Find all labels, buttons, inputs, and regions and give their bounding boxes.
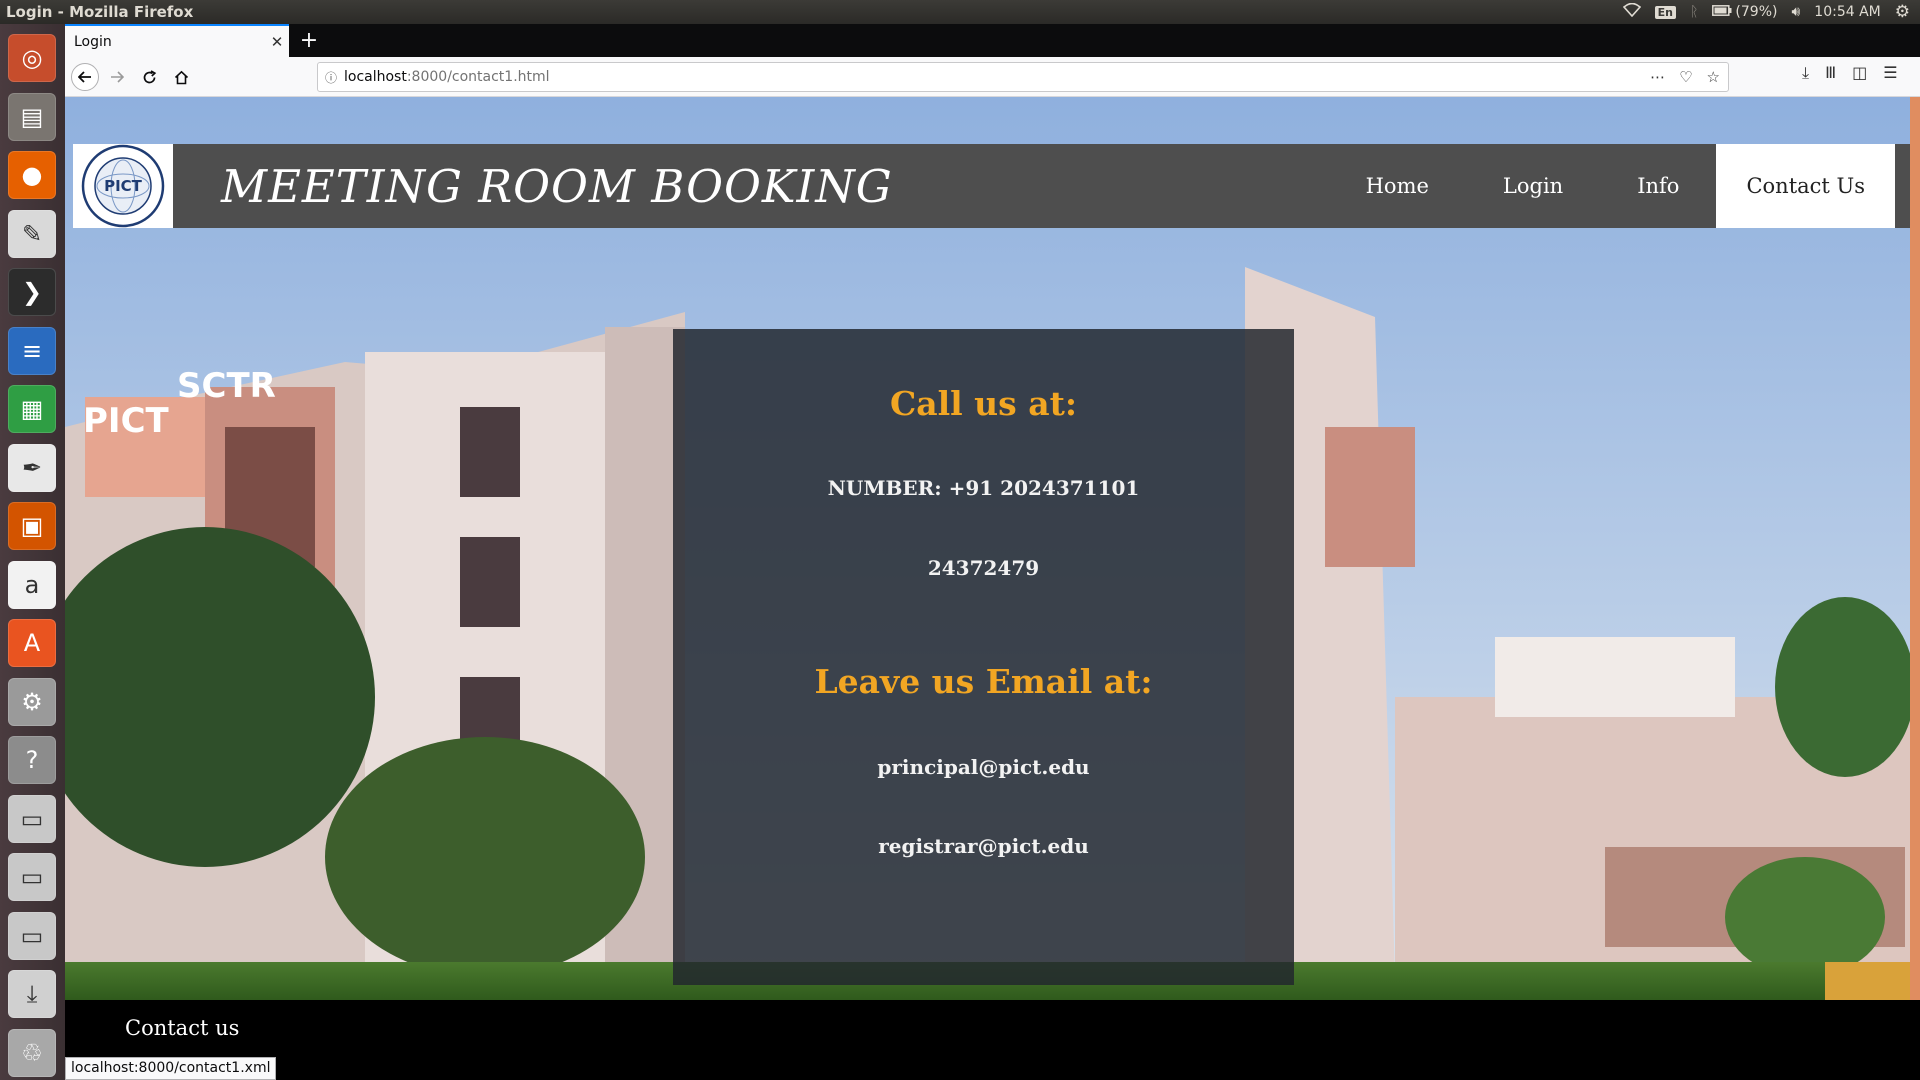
text-editor-icon[interactable]: ✎ bbox=[8, 209, 56, 258]
battery-percent: (79%) bbox=[1735, 4, 1778, 20]
toolbar-right: ⤓ Ⅲ ◫ ☰ bbox=[1802, 63, 1898, 83]
sign-sctr: SCTR bbox=[177, 366, 276, 406]
pocket-icon[interactable]: ♡ bbox=[1679, 68, 1692, 86]
phone-number: NUMBER: +91 2024371101 bbox=[827, 476, 1140, 500]
email-heading: Leave us Email at: bbox=[814, 662, 1153, 701]
reload-button[interactable] bbox=[135, 63, 163, 91]
tab-login[interactable]: Login ✕ bbox=[65, 24, 289, 57]
amazon-icon[interactable]: a bbox=[8, 560, 56, 609]
back-arrow-icon bbox=[78, 71, 91, 83]
browser-navigation-bar: ⓘ localhost:8000/contact1.html ⋯ ♡ ☆ ⤓ Ⅲ… bbox=[65, 57, 1920, 97]
call-heading: Call us at: bbox=[889, 384, 1078, 423]
site-title: MEETING ROOM BOOKING bbox=[221, 159, 893, 213]
new-tab-button[interactable]: + bbox=[295, 27, 323, 55]
url-actions: ⋯ ♡ ☆ bbox=[1650, 68, 1728, 86]
home-icon bbox=[174, 70, 188, 84]
nav-login[interactable]: Login bbox=[1466, 144, 1600, 228]
installer-icon[interactable]: ⤓ bbox=[8, 970, 56, 1018]
sidebar-icon[interactable]: ◫ bbox=[1852, 63, 1867, 83]
keyboard-layout-indicator[interactable]: En bbox=[1654, 5, 1677, 19]
terminal-icon[interactable]: ❯ bbox=[8, 268, 56, 316]
help-icon[interactable]: ? bbox=[8, 736, 56, 784]
home-button[interactable] bbox=[167, 63, 195, 91]
volume-icon[interactable]: 🔊︎ bbox=[1791, 4, 1800, 20]
close-tab-icon[interactable]: ✕ bbox=[265, 33, 289, 51]
url-host: localhost bbox=[344, 69, 407, 85]
clock[interactable]: 10:54 AM bbox=[1814, 4, 1880, 20]
sign-pict: PICT bbox=[83, 401, 170, 441]
page-actions-icon[interactable]: ⋯ bbox=[1650, 68, 1665, 86]
reload-icon bbox=[143, 69, 156, 83]
pict-logo[interactable]: PICT bbox=[73, 144, 173, 228]
nav-contact-us[interactable]: Contact Us bbox=[1716, 144, 1895, 228]
wifi-icon[interactable] bbox=[1622, 2, 1641, 21]
page-right-strip bbox=[1910, 97, 1920, 1080]
bluetooth-icon[interactable]: ᚱ bbox=[1690, 4, 1698, 20]
forward-button[interactable] bbox=[103, 63, 131, 91]
library-icon[interactable]: Ⅲ bbox=[1825, 63, 1836, 83]
impress-icon[interactable]: ▣ bbox=[8, 502, 56, 550]
firefox-icon[interactable]: ● bbox=[8, 151, 56, 199]
ubuntu-dash-icon[interactable]: ◎ bbox=[8, 34, 56, 82]
software-center-icon[interactable]: A bbox=[8, 619, 56, 667]
back-button[interactable] bbox=[71, 63, 99, 91]
nav-info[interactable]: Info bbox=[1600, 144, 1716, 228]
calc-icon[interactable]: ▦ bbox=[8, 385, 56, 433]
drive-icon[interactable]: ▭ bbox=[8, 794, 56, 843]
link-status-tooltip: localhost:8000/contact1.xml bbox=[65, 1057, 277, 1080]
site-nav: Home Login Info Contact Us bbox=[1329, 144, 1895, 228]
browser-tab-bar: Login ✕ + bbox=[65, 24, 1920, 57]
panel-indicators: En ᚱ (79%) 🔊︎ 10:54 AM ⚙ bbox=[1622, 2, 1920, 22]
phone-number-secondary: 24372479 bbox=[927, 556, 1040, 580]
document-viewer-icon[interactable]: ✒ bbox=[8, 443, 56, 492]
settings-gear-icon[interactable]: ⚙ bbox=[1895, 2, 1910, 22]
page-viewport: PICT SCTR PICT MEETING ROOM BOOKING Home… bbox=[65, 97, 1920, 1080]
writer-icon[interactable]: ≡ bbox=[8, 326, 56, 375]
unity-launcher: ◎ ▤ ● ✎ ❯ ≡ ▦ ✒ ▣ a A ⚙? ▭ ▭ ▭ ⤓ ♲ bbox=[0, 24, 66, 1080]
url-path: :8000/contact1.html bbox=[406, 69, 550, 85]
trash-icon[interactable]: ♲ bbox=[8, 1028, 56, 1077]
contact-panel: Call us at: NUMBER: +91 2024371101 24372… bbox=[673, 329, 1294, 985]
bookmark-star-icon[interactable]: ☆ bbox=[1707, 68, 1720, 86]
site-footer: Contact us bbox=[65, 1000, 1920, 1080]
downloads-icon[interactable]: ⤓ bbox=[1802, 63, 1809, 83]
drive-icon[interactable]: ▭ bbox=[8, 911, 56, 960]
nav-home[interactable]: Home bbox=[1329, 144, 1466, 228]
tab-title: Login bbox=[74, 33, 112, 50]
menu-icon[interactable]: ☰ bbox=[1883, 63, 1897, 83]
window-title: Login - Mozilla Firefox bbox=[6, 3, 194, 21]
url-bar[interactable]: ⓘ localhost:8000/contact1.html ⋯ ♡ ☆ bbox=[317, 62, 1729, 92]
site-header: PICT MEETING ROOM BOOKING Home Login Inf… bbox=[73, 144, 1910, 228]
battery-icon bbox=[1712, 4, 1732, 20]
pict-logo-icon: PICT bbox=[81, 144, 165, 228]
system-settings-icon[interactable]: ⚙ bbox=[8, 677, 56, 726]
battery-indicator[interactable]: (79%) bbox=[1712, 4, 1777, 20]
files-icon[interactable]: ▤ bbox=[8, 92, 56, 141]
drive-icon[interactable]: ▭ bbox=[8, 853, 56, 901]
email-registrar[interactable]: registrar@pict.edu bbox=[673, 834, 1294, 858]
site-info-icon[interactable]: ⓘ bbox=[318, 69, 344, 86]
logo-text: PICT bbox=[104, 177, 143, 195]
os-top-panel: Login - Mozilla Firefox En ᚱ (79%) 🔊︎ 10… bbox=[0, 0, 1920, 24]
email-principal[interactable]: principal@pict.edu bbox=[673, 755, 1294, 779]
footer-contact-us[interactable]: Contact us bbox=[125, 1016, 239, 1040]
forward-arrow-icon bbox=[111, 71, 124, 83]
